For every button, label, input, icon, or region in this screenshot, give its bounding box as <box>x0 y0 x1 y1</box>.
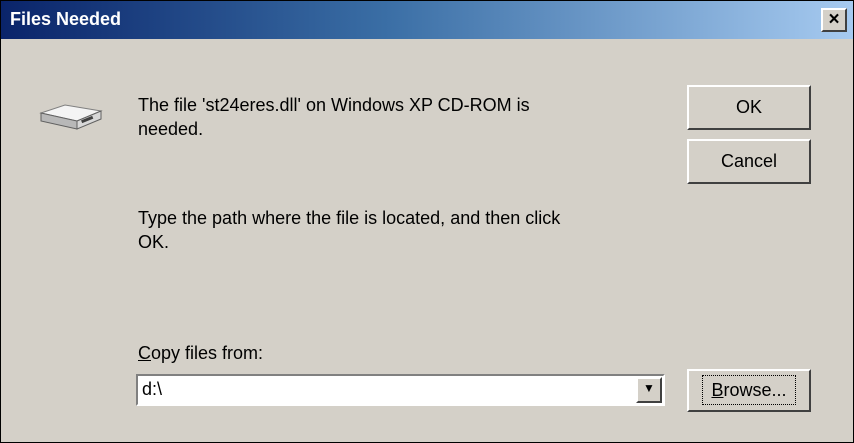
ok-button[interactable]: OK <box>687 85 811 130</box>
message-line-2: needed. <box>138 119 204 139</box>
cancel-label: Cancel <box>720 151 778 171</box>
copy-files-from-label: Copy files from: <box>138 341 263 365</box>
disk-drive-icon <box>39 104 103 130</box>
cancel-button[interactable]: Cancel <box>687 139 811 184</box>
ok-label: OK <box>735 97 762 117</box>
browse-accelerator: B <box>711 380 724 400</box>
label-rest: opy files from: <box>151 343 264 363</box>
close-button[interactable]: × <box>821 8 847 32</box>
label-accelerator: C <box>138 343 151 363</box>
instruction-line-2: OK. <box>138 232 170 252</box>
dropdown-button[interactable]: ▼ <box>636 377 662 403</box>
window-title: Files Needed <box>10 9 122 29</box>
path-value[interactable]: d:\ <box>142 379 162 400</box>
browse-label-rest: rowse... <box>723 380 787 400</box>
copy-files-from-combobox[interactable]: d:\ ▼ <box>136 374 665 406</box>
message-line-1: The file 'st24eres.dll' on Windows XP CD… <box>138 95 530 115</box>
close-icon: × <box>828 9 840 30</box>
browse-label: Browse... <box>702 375 796 405</box>
files-needed-dialog: Files Needed × The file 'st24eres.dll' o… <box>0 0 854 443</box>
title-bar[interactable]: Files Needed × <box>1 1 853 39</box>
chevron-down-icon: ▼ <box>643 381 655 395</box>
instruction-line-1: Type the path where the file is located,… <box>138 208 561 228</box>
browse-button[interactable]: Browse... <box>687 369 811 412</box>
